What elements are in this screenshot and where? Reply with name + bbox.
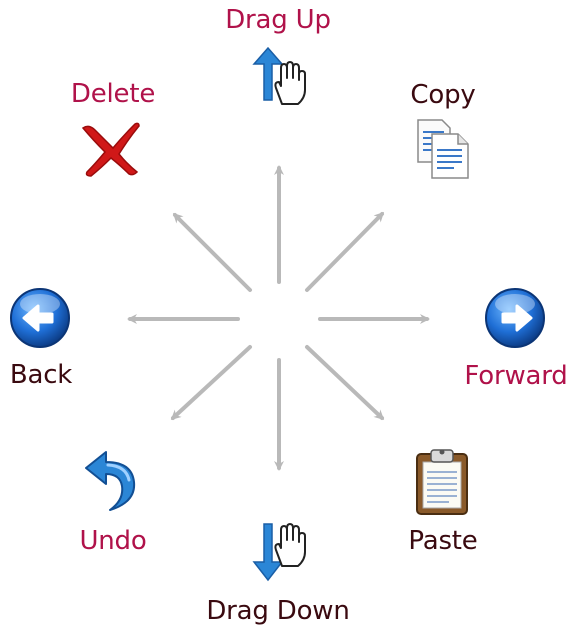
drag-down-label: Drag Down (206, 596, 350, 626)
back-arrow-icon[interactable] (8, 286, 72, 350)
undo-label: Undo (79, 526, 147, 556)
arrow-down-right (305, 345, 385, 421)
clipboard-icon[interactable] (413, 446, 473, 516)
arrow-down-left (170, 345, 252, 421)
undo-arrow-icon[interactable] (80, 446, 142, 512)
drag-down-hand-icon (246, 518, 310, 584)
paste-label: Paste (408, 526, 478, 556)
back-label: Back (9, 360, 73, 390)
copy-pages-icon (414, 118, 472, 180)
drag-up-hand-icon (246, 44, 310, 108)
forward-label: Forward (464, 361, 568, 391)
arrow-up-left (172, 212, 252, 292)
red-x-icon (79, 118, 143, 178)
arrow-up-right (305, 211, 385, 292)
forward-arrow-icon[interactable] (483, 286, 547, 350)
drag-up-label: Drag Up (225, 5, 331, 35)
delete-label: Delete (70, 79, 156, 109)
copy-label: Copy (410, 80, 476, 110)
